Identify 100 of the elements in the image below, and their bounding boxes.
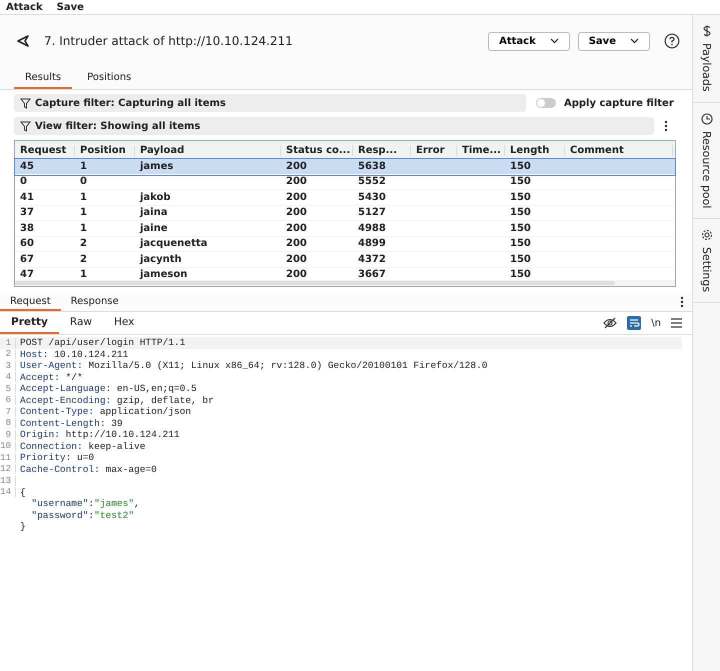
filter-label: View filter: Showing all items [35, 120, 200, 132]
tab[interactable]: Hex [102, 312, 146, 334]
table-cell: 1 [80, 160, 87, 172]
column-header[interactable]: Resp... [353, 144, 411, 156]
line-number: 7 [6, 406, 11, 417]
code-line: Accept-Encoding: gzip, deflate, br [20, 394, 214, 406]
column-header[interactable]: Payload [135, 144, 281, 156]
filter-label: Capture filter: Capturing all items [35, 98, 226, 108]
table-cell: 1 [80, 207, 87, 218]
tab[interactable]: Response [60, 294, 129, 310]
filter-icon [20, 98, 31, 108]
line-number: 14 [0, 487, 11, 498]
column-header[interactable]: Length [505, 144, 565, 156]
column-header[interactable]: Time... [457, 144, 505, 156]
line-number: 12 [0, 464, 11, 474]
code-line: Cache-Control: max-age=0 [20, 464, 157, 475]
window-title: 7. Intruder attack of http://10.10.124.211 [44, 34, 293, 48]
table-cell: 38 [20, 222, 34, 234]
table-cell: 200 [286, 192, 307, 203]
tab[interactable]: Pretty [0, 312, 59, 334]
table-cell: 150 [510, 192, 531, 203]
table-cell: 150 [510, 254, 531, 265]
table-cell: 37 [20, 207, 34, 218]
table-cell: james [140, 160, 174, 172]
line-number: 3 [6, 360, 11, 371]
code-line: User-Agent: Mozilla/5.0 (X11; Linux x86_64; rv:128.0) Gecko/20100101 Firefox/128.0 [20, 360, 488, 372]
table-cell: jameson [140, 269, 188, 280]
table-cell: 4988 [358, 222, 386, 234]
menu-item[interactable]: Save [56, 2, 84, 12]
dollar-icon [700, 25, 712, 37]
table-cell: 1 [80, 269, 87, 280]
caret-icon [630, 38, 639, 44]
table-row[interactable]: 45 1 james 200 5638 150 [15, 159, 675, 174]
tab[interactable]: Positions [76, 72, 142, 89]
capture-filter-bar[interactable]: Capture filter: Capturing all items [14, 94, 526, 112]
column-header[interactable]: Status co... [281, 144, 353, 156]
table-cell: 200 [286, 222, 307, 234]
table-row[interactable]: 41 1 jakob 200 5430 150 [15, 190, 675, 206]
dropdown-button[interactable]: Save [578, 32, 650, 50]
code-line: Accept: */* [20, 372, 83, 383]
table-cell: 5127 [358, 207, 386, 218]
table-row[interactable]: 0 0 200 5552 150 [15, 174, 675, 190]
column-header[interactable]: Comment [565, 144, 673, 156]
tab[interactable]: Request [0, 294, 61, 310]
code-line: Origin: http://10.10.124.211 [20, 429, 180, 440]
column-header[interactable]: Request [15, 144, 75, 156]
side-tab[interactable]: Payloads [693, 15, 720, 103]
table-cell: jacquenetta [140, 238, 208, 250]
table-cell: 5430 [358, 192, 386, 203]
table-cell: 150 [510, 238, 531, 250]
table-cell: 150 [510, 207, 531, 218]
wrap-icon[interactable] [627, 316, 642, 330]
code-line: Content-Type: application/json [20, 406, 192, 418]
table-cell: 1 [80, 192, 87, 203]
table-cell: jakob [140, 192, 171, 203]
table-cell: 200 [286, 207, 307, 218]
table-cell: 67 [20, 254, 34, 265]
code-line: "password":"test2" [30, 510, 134, 521]
table-cell: 45 [20, 160, 34, 172]
table-row[interactable]: 37 1 jaina 200 5127 150 [15, 206, 675, 221]
line-number: 8 [6, 418, 11, 428]
more-icon[interactable] [664, 120, 668, 132]
toggle-switch[interactable] [536, 98, 556, 108]
table-cell: 200 [286, 269, 307, 280]
clock-icon [700, 112, 712, 125]
table-cell: 0 [20, 176, 27, 188]
column-header[interactable]: Position [75, 144, 135, 156]
more-icon[interactable] [680, 296, 684, 308]
hidden-eye-icon[interactable] [603, 317, 618, 329]
newline-button[interactable]: \n [651, 318, 661, 328]
table-cell: 3667 [358, 269, 386, 280]
line-number: 1 [6, 338, 11, 348]
table-row[interactable]: 38 1 jaine 200 4988 150 [15, 221, 675, 236]
line-number: 2 [6, 349, 11, 360]
table-row[interactable]: 60 2 jacquenetta 200 4899 150 [15, 236, 675, 252]
table-cell: 1 [80, 222, 87, 234]
caret-icon [550, 38, 559, 44]
gear-icon [700, 229, 712, 242]
column-header[interactable]: Error [411, 144, 457, 156]
table-cell: 4372 [358, 254, 386, 265]
table-cell: 5552 [358, 176, 386, 188]
table-cell: 200 [286, 254, 307, 265]
scrollbar[interactable] [15, 281, 615, 285]
toggle-label: Apply capture filter [564, 98, 674, 108]
side-tab[interactable]: Resource pool [693, 102, 720, 220]
tab[interactable]: Raw [58, 312, 103, 334]
table-cell: 150 [510, 160, 531, 172]
line-number: 9 [6, 430, 11, 440]
help-icon[interactable] [664, 33, 680, 49]
code-line: Priority: u=0 [20, 452, 94, 464]
view-filter-bar[interactable]: View filter: Showing all items [14, 117, 654, 135]
table-cell: 47 [20, 269, 34, 280]
tab[interactable]: Results [14, 72, 72, 89]
dropdown-button[interactable]: Attack [488, 32, 570, 50]
menu-icon[interactable] [671, 318, 682, 328]
side-tab[interactable]: Settings [693, 219, 720, 304]
menu-item[interactable]: Attack [6, 2, 43, 12]
table-cell: 2 [80, 254, 87, 265]
table-cell: 200 [286, 160, 307, 172]
table-row[interactable]: 67 2 jacynth 200 4372 150 [15, 252, 675, 268]
